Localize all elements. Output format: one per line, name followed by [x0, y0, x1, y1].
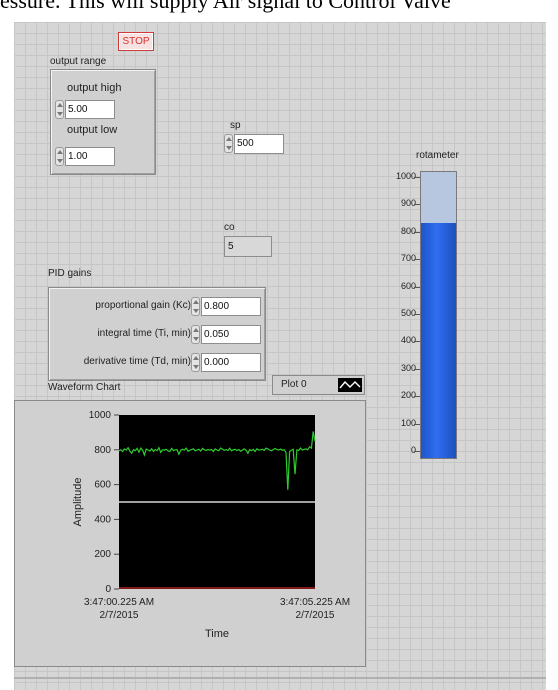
- output-low-label: output low: [67, 124, 118, 136]
- output-high-label: output high: [67, 82, 122, 94]
- kc-label: proportional gain (Kc): [95, 300, 191, 311]
- ti-increment[interactable]: [191, 325, 200, 344]
- rotameter-tick-label: 700: [400, 253, 416, 264]
- co-label: co: [224, 222, 235, 233]
- kc-control[interactable]: 0.800: [191, 297, 261, 316]
- rotameter-label: rotameter: [416, 150, 459, 161]
- rotameter-tick-label: 600: [400, 280, 416, 291]
- waveform-chart[interactable]: 1000 800 600 400 200 0 Amplitude 3:47:00.225 AM…: [14, 400, 366, 667]
- ti-label: integral time (Ti, min): [97, 328, 191, 339]
- plot-legend-swatch: [338, 378, 362, 392]
- rotameter-tick-label: 500: [400, 308, 416, 318]
- x-start-date: 2/7/2015: [100, 610, 139, 621]
- front-panel: STOP output range output high 5.00 outpu…: [14, 22, 546, 690]
- output-low-increment[interactable]: [55, 147, 64, 166]
- kc-increment[interactable]: [191, 297, 200, 316]
- rotameter-tick-label: 100: [400, 417, 416, 428]
- pid-gains-cluster: proportional gain (Kc) 0.800 integral ti…: [48, 287, 266, 381]
- x-start-time: 3:47:00.225 AM: [84, 597, 154, 608]
- td-control[interactable]: 0.000: [191, 353, 261, 372]
- plot-legend-label: Plot 0: [281, 379, 307, 390]
- y-tick-label: 1000: [89, 410, 112, 421]
- sp-label: sp: [230, 120, 241, 131]
- output-high-control[interactable]: 5.00: [55, 100, 125, 119]
- waveform-plot: 1000 800 600 400 200 0 Amplitude 3:47:00.225 AM…: [72, 410, 350, 640]
- output-high-increment[interactable]: [55, 100, 64, 119]
- rotameter-tick-label: 400: [400, 335, 416, 346]
- x-end-time: 3:47:05.225 AM: [280, 597, 350, 608]
- y-tick-label: 600: [94, 480, 111, 491]
- rotameter-tick-label: 200: [400, 390, 416, 401]
- y-tick-label: 200: [94, 549, 111, 560]
- y-tick-label: 400: [94, 514, 111, 525]
- y-axis-label: Amplitude: [72, 478, 84, 527]
- rotameter-tick-label: 0: [410, 445, 416, 455]
- output-range-label: output range: [50, 56, 107, 67]
- kc-value[interactable]: 0.800: [201, 297, 261, 316]
- sp-value[interactable]: 500: [234, 134, 284, 154]
- output-low-control[interactable]: 1.00: [55, 147, 125, 166]
- output-range-cluster: output high 5.00 output low 1.00: [50, 69, 156, 175]
- ti-control[interactable]: 0.050: [191, 325, 261, 344]
- y-tick-label: 800: [94, 445, 111, 456]
- sp-control[interactable]: 500: [224, 134, 286, 154]
- x-end-date: 2/7/2015: [296, 610, 335, 621]
- rotameter-fill: [421, 222, 456, 458]
- x-axis-label: Time: [205, 628, 229, 640]
- td-value[interactable]: 0.000: [201, 353, 261, 372]
- trace-icon: [339, 380, 361, 389]
- rotameter-tick-label: 1000: [395, 171, 416, 181]
- td-label: derivative time (Td, min): [83, 356, 191, 367]
- output-low-value[interactable]: 1.00: [65, 147, 115, 166]
- rotameter-tick-label: 800: [400, 225, 416, 236]
- output-high-value[interactable]: 5.00: [65, 100, 115, 119]
- pid-gains-label: PID gains: [48, 268, 92, 279]
- ti-value[interactable]: 0.050: [201, 325, 261, 344]
- panel-divider: [14, 677, 546, 679]
- stop-button[interactable]: STOP: [118, 32, 154, 51]
- chart-title: Waveform Chart: [48, 382, 121, 393]
- td-increment[interactable]: [191, 353, 200, 372]
- y-tick-label: 0: [105, 584, 111, 595]
- co-indicator: 5: [224, 236, 272, 257]
- sp-increment[interactable]: [224, 134, 233, 153]
- rotameter-tick-label: 900: [400, 198, 416, 209]
- rotameter-tick-label: 300: [400, 362, 416, 373]
- rotameter-body: [420, 171, 457, 459]
- rotameter-tank: 1000 900 800 700 600 500 400 300 200 100 0: [378, 171, 498, 466]
- plot-legend[interactable]: Plot 0: [272, 375, 365, 395]
